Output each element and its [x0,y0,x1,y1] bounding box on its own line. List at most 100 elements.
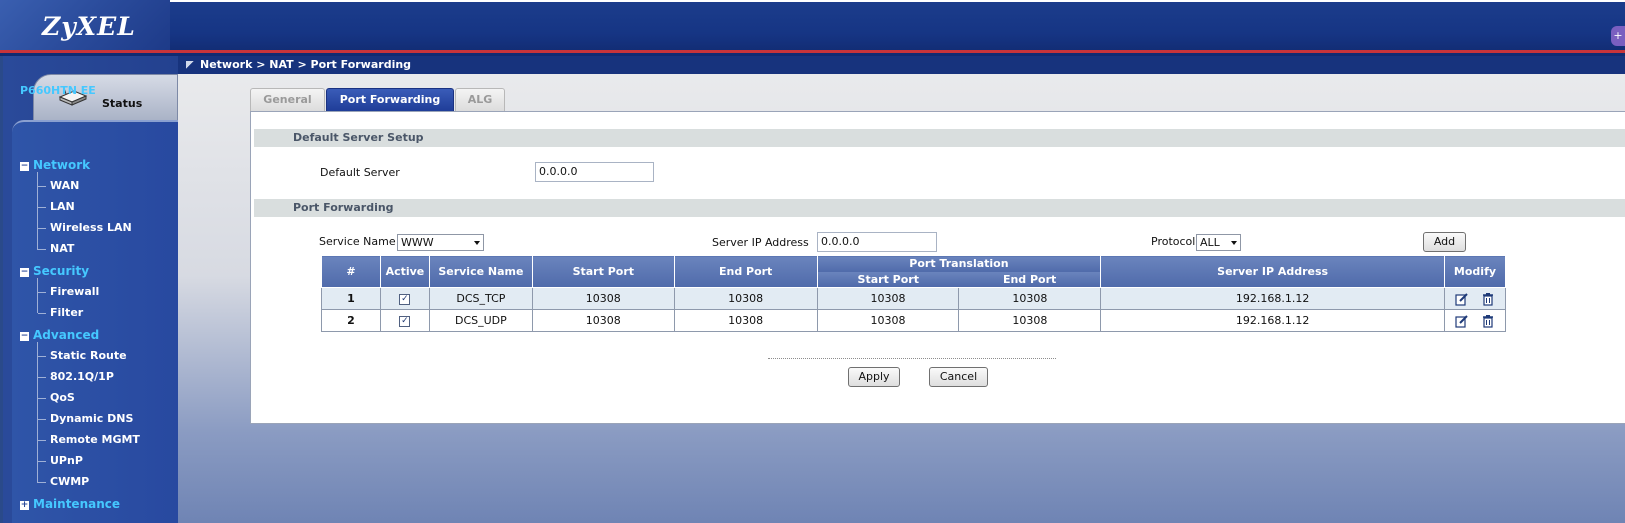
sidebar-group-label: Security [33,264,90,278]
breadcrumb-arrow-icon [186,61,194,69]
sidebar-item-qos[interactable]: QoS [50,391,75,404]
trash-icon[interactable] [1481,314,1495,328]
tree-branch [38,249,46,250]
active-checkbox[interactable]: ✓ [399,293,411,305]
sidebar-item-8021q1p[interactable]: 802.1Q/1P [50,370,114,383]
tree-branch [38,228,46,229]
sidebar-item-wireless-lan[interactable]: Wireless LAN [50,221,132,234]
table-header-row: # Active Service Name Start Port End Por… [321,255,1507,288]
default-server-label: Default Server [320,166,400,179]
sidebar-item-upnp[interactable]: UPnP [50,454,83,467]
tree-line [37,172,38,250]
add-button[interactable]: Add [1423,232,1466,252]
service-name-select[interactable]: WWW [397,234,484,251]
breadcrumb-text: Network > NAT > Port Forwarding [200,58,412,71]
cell-pt-start-port: 10308 [816,309,960,332]
header-red-line [0,50,1625,53]
expand-icon[interactable]: + [20,501,29,510]
sidebar-item-remote-mgmt[interactable]: Remote MGMT [50,433,140,446]
sidebar-group-security[interactable]: − Security [20,264,89,278]
default-server-input[interactable]: 0.0.0.0 [535,162,654,182]
tab-port-forwarding[interactable]: Port Forwarding [326,88,454,111]
col-header-service-name: Service Name [428,255,533,288]
sidebar-item-wan[interactable]: WAN [50,179,79,192]
sidebar-item-dynamic-dns[interactable]: Dynamic DNS [50,412,133,425]
service-name-label: Service Name [319,235,396,248]
cell-end-port: 10308 [673,287,818,310]
cell-start-port: 10308 [531,287,675,310]
server-ip-label: Server IP Address [712,236,809,249]
sidebar-item-static-route[interactable]: Static Route [50,349,127,362]
col-header-start-port: Start Port [531,255,675,288]
edit-icon[interactable] [1455,314,1469,328]
col-header-active: Active [379,255,430,288]
col-header-pt-start-port: Start Port [816,271,959,288]
service-name-value: WWW [401,236,434,249]
app-header: ZyXEL + [0,0,1625,56]
tree-branch [38,440,46,441]
sidebar-group-label: Network [33,158,91,172]
tree-branch [38,419,46,420]
sidebar-group-label: Maintenance [33,497,121,511]
section-default-server: Default Server Setup [254,129,1625,147]
tree-branch [38,356,46,357]
trash-icon[interactable] [1481,292,1495,306]
cell-num: 1 [321,287,381,310]
tree-branch [38,461,46,462]
edit-icon[interactable] [1455,292,1469,306]
table-row: 1 ✓ DCS_TCP 10308 10308 10308 10308 192.… [321,287,1507,310]
sidebar-item-cwmp[interactable]: CWMP [50,475,89,488]
cell-modify [1443,309,1507,332]
cell-server-ip: 192.168.1.12 [1100,287,1445,310]
device-name: P660HTN EE [20,84,96,97]
sidebar-item-filter[interactable]: Filter [50,306,83,319]
chevron-down-icon [1231,241,1237,245]
tab-alg[interactable]: ALG [455,88,505,111]
cell-active: ✓ [379,309,430,332]
zyxel-logo: ZyXEL [42,12,136,41]
col-header-end-port: End Port [673,255,818,288]
protocol-value: ALL [1200,236,1220,249]
corner-expand-icon[interactable]: + [1611,26,1625,46]
table-row: 2 ✓ DCS_UDP 10308 10308 10308 10308 192.… [321,309,1507,332]
tab-general[interactable]: General [250,88,325,111]
collapse-icon[interactable]: − [20,332,29,341]
col-header-port-translation: Port Translation [816,255,1102,272]
sidebar-item-lan[interactable]: LAN [50,200,75,213]
collapse-icon[interactable]: − [20,268,29,277]
sidebar-group-advanced[interactable]: − Advanced [20,328,99,342]
tree-branch [38,398,46,399]
cell-active: ✓ [379,287,430,310]
apply-button[interactable]: Apply [848,367,900,387]
tree-branch [38,186,46,187]
cell-pt-start-port: 10308 [816,287,960,310]
breadcrumb: Network > NAT > Port Forwarding [178,56,1625,74]
col-header-server-ip: Server IP Address [1100,255,1445,288]
sidebar-item-firewall[interactable]: Firewall [50,285,99,298]
active-checkbox[interactable]: ✓ [399,315,411,327]
tree-branch [38,292,46,293]
cell-modify [1443,287,1507,310]
tree-branch [38,377,46,378]
divider [768,358,1056,359]
cancel-button[interactable]: Cancel [929,367,988,387]
header-top-strip [0,0,1625,2]
tree-line [37,278,38,313]
protocol-select[interactable]: ALL [1196,234,1241,251]
status-tab[interactable]: Status [33,74,178,122]
cell-end-port: 10308 [673,309,818,332]
sidebar-item-nat[interactable]: NAT [50,242,74,255]
cell-num: 2 [321,309,381,332]
tree-branch [38,207,46,208]
server-ip-input[interactable]: 0.0.0.0 [817,232,937,252]
cell-pt-end-port: 10308 [958,309,1102,332]
port-forwarding-table: # Active Service Name Start Port End Por… [321,255,1507,332]
chevron-down-icon [474,241,480,245]
col-header-modify: Modify [1443,255,1507,288]
tree-branch [38,313,46,314]
sidebar-group-maintenance[interactable]: + Maintenance [20,497,120,511]
protocol-label: Protocol [1151,235,1196,248]
sidebar-group-network[interactable]: − Network [20,158,90,172]
collapse-icon[interactable]: − [20,162,29,171]
status-label: Status [102,97,143,110]
